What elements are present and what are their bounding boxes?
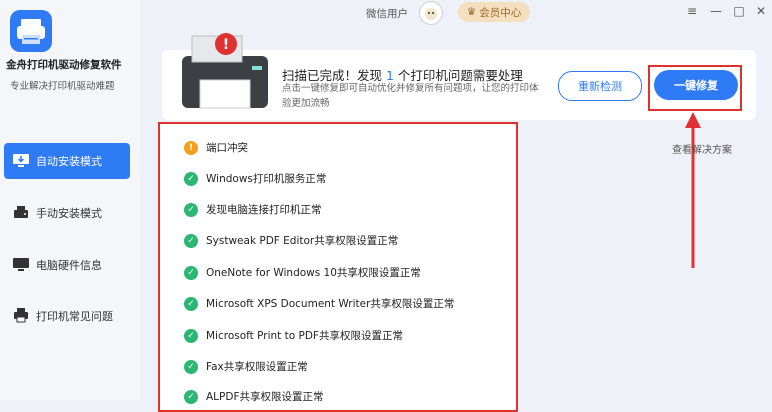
list-item: ! 端口冲突	[184, 140, 248, 155]
list-item: ✓ Microsoft Print to PDF共享权限设置正常	[184, 328, 403, 343]
list-item: ✓ Systweak PDF Editor共享权限设置正常	[184, 233, 398, 248]
list-item: ✓ OneNote for Windows 10共享权限设置正常	[184, 265, 421, 280]
check-icon: ✓	[184, 359, 198, 374]
check-icon: ✓	[184, 296, 198, 311]
list-item: ✓ Windows打印机服务正常	[184, 171, 326, 186]
check-icon: ✓	[184, 171, 198, 186]
list-item: ✓ Fax共享权限设置正常	[184, 359, 308, 374]
warning-icon: !	[184, 140, 198, 155]
check-icon: ✓	[184, 233, 198, 248]
check-icon: ✓	[184, 202, 198, 217]
list-item: ✓ ALPDF共享权限设置正常	[184, 389, 324, 404]
list-item: ✓ 发现电脑连接打印机正常	[184, 202, 322, 217]
view-solution-link[interactable]: 查看解决方案	[672, 141, 732, 156]
check-icon: ✓	[184, 265, 198, 280]
check-icon: ✓	[184, 328, 198, 343]
list-item: ✓ Microsoft XPS Document Writer共享权限设置正常	[184, 296, 454, 311]
check-icon: ✓	[184, 389, 198, 404]
